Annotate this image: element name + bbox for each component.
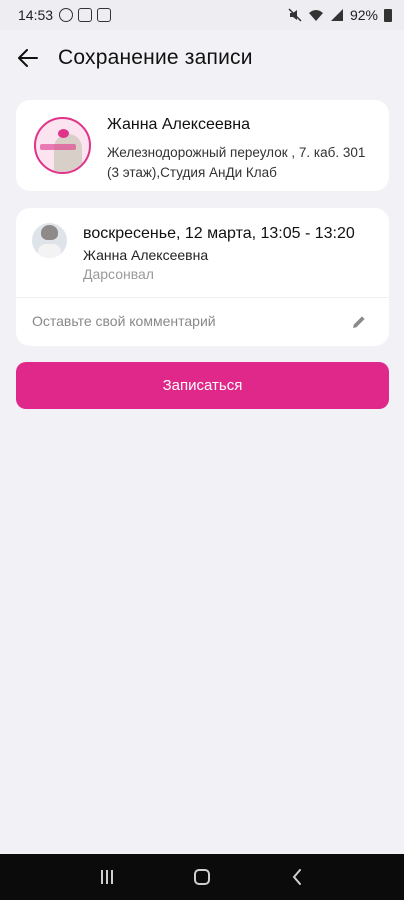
booking-master-name: Жанна Алексеевна xyxy=(83,247,209,263)
studio-card[interactable]: Жанна Алексеевна Железнодорожный переуло… xyxy=(16,100,389,191)
studio-address: Железнодорожный переулок , 7. каб. 301 (… xyxy=(107,145,366,180)
status-right: 92% xyxy=(288,7,392,23)
status-left-icons xyxy=(59,8,112,22)
pencil-icon[interactable] xyxy=(351,314,367,330)
master-avatar xyxy=(32,223,67,258)
back-icon xyxy=(292,869,301,885)
status-time: 14:53 xyxy=(18,7,54,23)
booking-card: воскресенье, 12 марта, 13:05 - 13:20 Жан… xyxy=(16,208,389,346)
battery-percent: 92% xyxy=(349,7,378,23)
booking-service: Дарсонвал xyxy=(83,266,154,282)
arrow-left-icon xyxy=(18,49,38,67)
submit-booking-button[interactable]: Записаться xyxy=(16,362,389,409)
app-bar: Сохранение записи xyxy=(0,30,404,86)
booking-date-time: воскресенье, 12 марта, 13:05 - 13:20 xyxy=(83,225,355,242)
studio-logo xyxy=(34,117,91,174)
home-icon xyxy=(193,869,210,885)
image-icon xyxy=(78,8,93,22)
back-button[interactable] xyxy=(0,30,56,86)
system-nav-bar xyxy=(0,854,404,900)
recents-icon xyxy=(101,870,114,884)
sim-icon xyxy=(59,8,74,22)
notification-icon xyxy=(97,8,112,22)
comment-input[interactable]: Оставьте свой комментарий xyxy=(32,313,216,329)
mute-icon xyxy=(288,8,302,22)
wifi-icon xyxy=(308,10,323,21)
signal-icon xyxy=(330,9,343,21)
status-bar: 14:53 92% xyxy=(0,0,404,30)
battery-icon xyxy=(384,8,392,22)
nav-home-button[interactable] xyxy=(182,862,222,892)
nav-recents-button[interactable] xyxy=(87,862,127,892)
studio-name: Жанна Алексеевна xyxy=(107,116,250,133)
divider xyxy=(16,297,389,298)
nav-back-button[interactable] xyxy=(277,862,317,892)
page-title: Сохранение записи xyxy=(58,46,253,69)
